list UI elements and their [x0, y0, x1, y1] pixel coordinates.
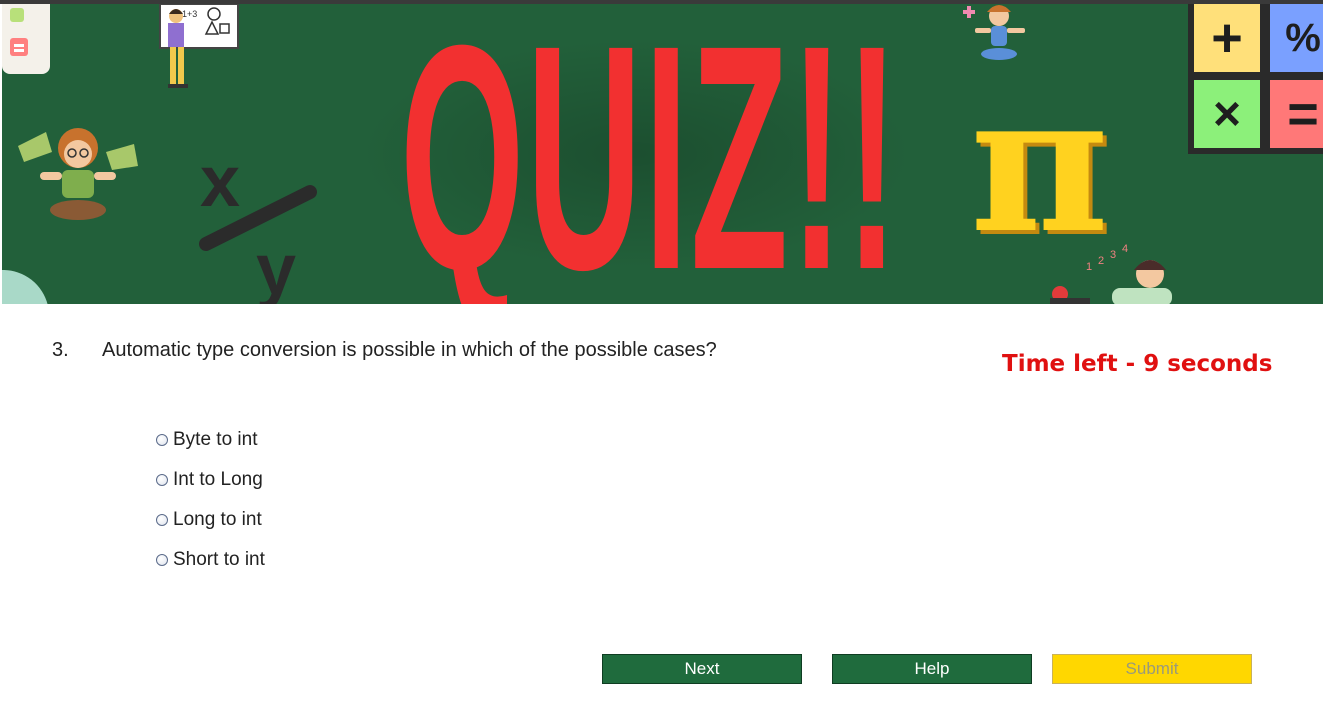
- radio-button[interactable]: [156, 474, 168, 486]
- option-byte-to-int[interactable]: Byte to int: [156, 426, 356, 454]
- quiz-title: QUIZ!!: [400, 4, 899, 304]
- option-long-to-int[interactable]: Long to int: [156, 506, 356, 534]
- next-button[interactable]: Next: [602, 654, 802, 684]
- radio-button[interactable]: [156, 554, 168, 566]
- time-left-label: Time left - 9 seconds: [1002, 351, 1273, 377]
- question-text: Automatic type conversion is possible in…: [102, 339, 717, 361]
- svg-text:3: 3: [1110, 249, 1116, 261]
- boy-reading-icon: 1 2 3 4: [1050, 243, 1172, 304]
- protractor-corner-icon: [2, 270, 48, 304]
- multiply-tile: ×: [1194, 80, 1260, 148]
- svg-text:4: 4: [1122, 243, 1128, 255]
- pi-symbol-icon: π π: [970, 84, 1113, 254]
- option-int-to-long[interactable]: Int to Long: [156, 466, 356, 494]
- svg-text:x: x: [200, 154, 240, 222]
- whiteboard-text: 1+3: [182, 9, 197, 19]
- svg-text:2: 2: [1098, 255, 1104, 267]
- girl-icon: [963, 5, 1025, 60]
- svg-text:1: 1: [1086, 261, 1092, 273]
- radio-button[interactable]: [156, 514, 168, 526]
- percent-tile: %: [1270, 4, 1323, 72]
- option-label: Byte to int: [173, 429, 258, 450]
- option-label: Short to int: [173, 549, 265, 570]
- option-label: Long to int: [173, 509, 262, 530]
- help-button[interactable]: Help: [832, 654, 1032, 684]
- question-number: 3.: [52, 339, 69, 361]
- child-icon: [18, 128, 138, 220]
- option-label: Int to Long: [173, 469, 263, 490]
- fraction-symbol-icon: x y: [199, 154, 317, 304]
- radio-button[interactable]: [156, 434, 168, 446]
- pi-glyph: π: [970, 84, 1109, 254]
- plus-tile: +: [1194, 4, 1260, 72]
- teacher-whiteboard-icon: 1+3: [159, 4, 239, 88]
- calculator-corner-icon: [2, 4, 50, 74]
- equals-tile: =: [1270, 80, 1323, 148]
- quiz-banner: 1+3 x y QUIZ: [2, 4, 1323, 304]
- svg-text:y: y: [256, 230, 296, 304]
- option-short-to-int[interactable]: Short to int: [156, 546, 356, 574]
- submit-button[interactable]: Submit: [1052, 654, 1252, 684]
- math-operators-grid: + % × =: [1188, 4, 1323, 154]
